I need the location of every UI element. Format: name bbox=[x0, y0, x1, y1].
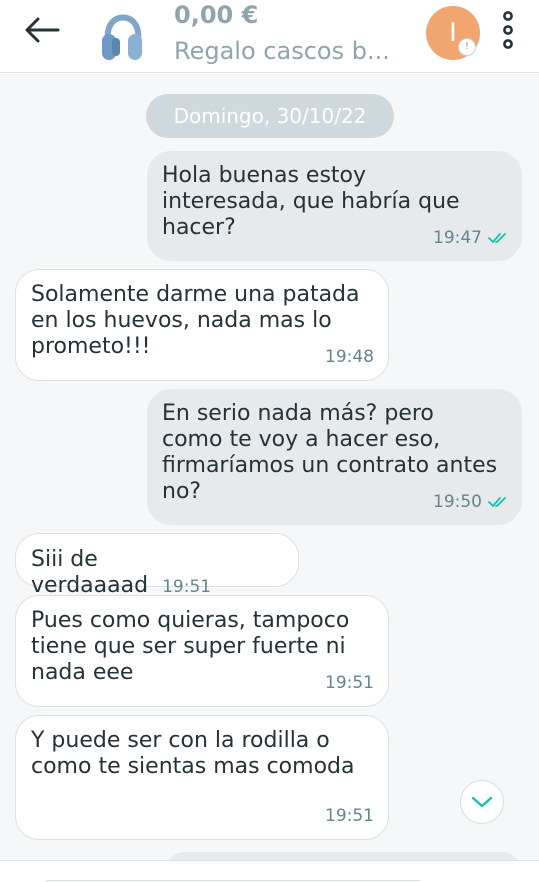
message-text: Pues como quieras, tampoco tiene que ser… bbox=[31, 608, 350, 685]
message-incoming[interactable]: Y puede ser con la rodilla o como te sie… bbox=[15, 715, 389, 840]
avatar-initial: I bbox=[449, 18, 457, 48]
message-time: 19:51 bbox=[325, 806, 374, 826]
message-meta: 19:51 bbox=[325, 670, 374, 696]
info-badge-icon: ! bbox=[458, 38, 476, 56]
message-time: 19:47 bbox=[433, 228, 482, 248]
scroll-to-bottom-button[interactable] bbox=[460, 780, 504, 824]
message-meta: 19:47 bbox=[433, 225, 508, 251]
message-time: 19:50 bbox=[433, 492, 482, 512]
message-composer[interactable] bbox=[0, 860, 539, 882]
message-meta: 19:48 bbox=[325, 344, 374, 370]
date-separator: Domingo, 30/10/22 bbox=[146, 94, 394, 138]
chat-header: 0,00 € Regalo cascos b... I ! bbox=[0, 0, 539, 73]
arrow-left-icon[interactable] bbox=[22, 14, 62, 46]
chevron-down-icon bbox=[471, 796, 493, 808]
message-incoming[interactable]: Solamente darme una patada en los huevos… bbox=[15, 269, 389, 381]
message-outgoing[interactable]: Hola buenas estoy interesada, que habría… bbox=[147, 151, 522, 261]
double-check-icon bbox=[488, 233, 506, 243]
message-incoming[interactable]: Siii de verdaaaad 19:51 bbox=[15, 533, 299, 598]
message-text: Solamente darme una patada en los huevos… bbox=[31, 282, 360, 359]
message-meta: 19:50 bbox=[433, 489, 508, 515]
chat-area[interactable]: Domingo, 30/10/22 Hola buenas estoy inte… bbox=[0, 74, 539, 860]
more-vertical-icon[interactable] bbox=[498, 10, 518, 50]
message-text: Siii de verdaaaad bbox=[31, 547, 149, 598]
double-check-icon bbox=[488, 497, 506, 507]
message-text: Y puede ser con la rodilla o como te sie… bbox=[31, 728, 355, 779]
product-thumbnail-headphones-icon[interactable] bbox=[98, 0, 148, 64]
product-title[interactable]: Regalo cascos b... bbox=[174, 36, 412, 66]
message-incoming[interactable]: Pues como quieras, tampoco tiene que ser… bbox=[15, 595, 389, 707]
message-time: 19:48 bbox=[325, 347, 374, 367]
message-meta: 19:51 bbox=[325, 803, 374, 829]
message-outgoing[interactable]: En serio nada más? pero como te voy a ha… bbox=[147, 389, 522, 525]
message-time: 19:51 bbox=[162, 577, 212, 597]
message-time: 19:51 bbox=[325, 673, 374, 693]
product-price: 0,00 € bbox=[174, 1, 259, 29]
